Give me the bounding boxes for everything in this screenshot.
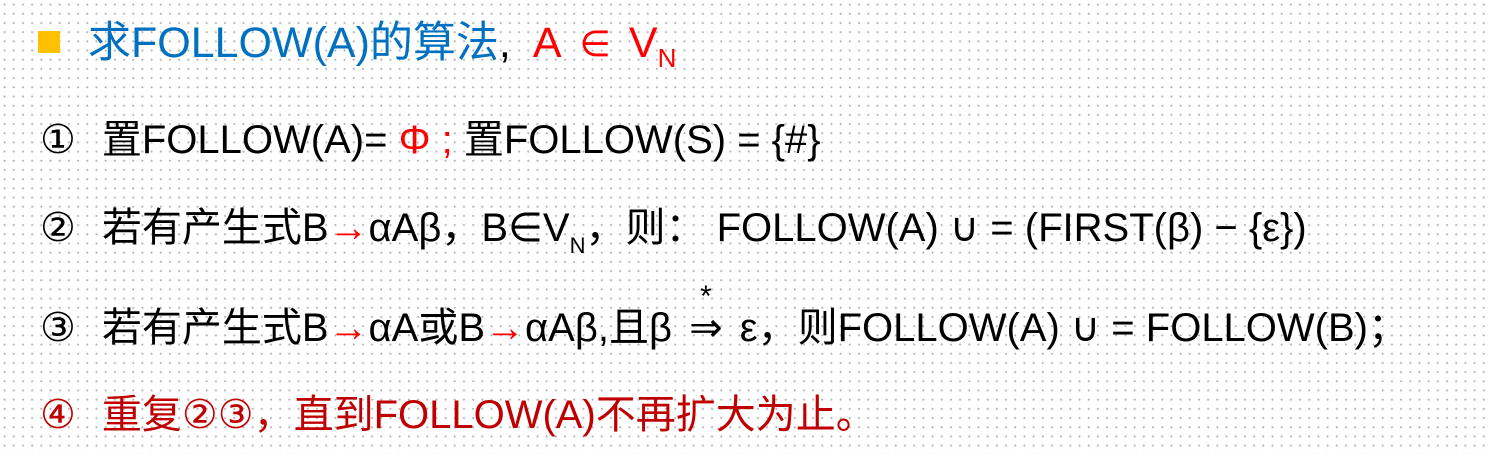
derive-star: * [700, 280, 712, 313]
step-1-phi: Φ [398, 118, 431, 162]
step-4-text: 重复②③，直到FOLLOW(A)不再扩大为止。 [101, 393, 876, 437]
step-3-arrow-1-icon: → [328, 306, 369, 350]
title-separator: , [498, 19, 511, 67]
step-3-arrow-2-icon: → [485, 306, 526, 350]
title-cond-V: V [628, 19, 658, 67]
step-3: ③ 若有产生式B→αA或B→αAβ,且β * ⇒ ε，则FOLLOW(A) ∪ = … [40, 282, 1408, 350]
step-3-text-d: ε，则FOLLOW(A) ∪ = FOLLOW(B)； [739, 306, 1408, 350]
step-2-number: ② [40, 206, 76, 250]
slide-title: 求FOLLOW(A)的算法 , A ∈ V N [38, 19, 676, 71]
derive-star-symbol: * ⇒ [689, 282, 723, 349]
step-1-text-b: 置FOLLOW(S) = {#} [463, 118, 821, 162]
step-3-text-a: 若有产生式B [101, 306, 329, 350]
step-3-text-b: αA或B [368, 306, 486, 350]
title-cond-in: ∈ [579, 22, 611, 64]
step-3-number: ③ [40, 306, 76, 350]
step-3-text-c: αAβ,且β [525, 306, 672, 350]
step-2-text-c: ，则： FOLLOW(A) ∪ = (FIRST(β) − {ε}) [585, 206, 1307, 250]
step-2: ② 若有产生式B→αAβ，B∈VN，则： FOLLOW(A) ∪ = (FIRST… [40, 206, 1307, 257]
step-2-text-b: αAβ，B∈V [368, 206, 570, 250]
slide: 求FOLLOW(A)的算法 , A ∈ V N ① 置FOLLOW(A)= Φ ;… [0, 0, 1491, 454]
step-2-text-a: 若有产生式B [101, 206, 329, 250]
step-2-arrow-icon: → [328, 206, 369, 250]
step-1-text-a: 置FOLLOW(A)= [101, 118, 388, 162]
step-4-number: ④ [40, 393, 76, 437]
square-bullet-icon [38, 30, 60, 53]
step-2-subscript: N [569, 233, 586, 258]
step-1: ① 置FOLLOW(A)= Φ ; 置FOLLOW(S) = {#} [40, 120, 821, 160]
title-text: 求FOLLOW(A)的算法 [88, 19, 499, 67]
step-1-semicolon: ; [441, 118, 453, 162]
step-1-number: ① [40, 118, 76, 162]
title-cond-A: A [532, 19, 562, 67]
title-cond-sub: N [657, 42, 677, 73]
step-4: ④ 重复②③，直到FOLLOW(A)不再扩大为止。 [40, 395, 876, 435]
